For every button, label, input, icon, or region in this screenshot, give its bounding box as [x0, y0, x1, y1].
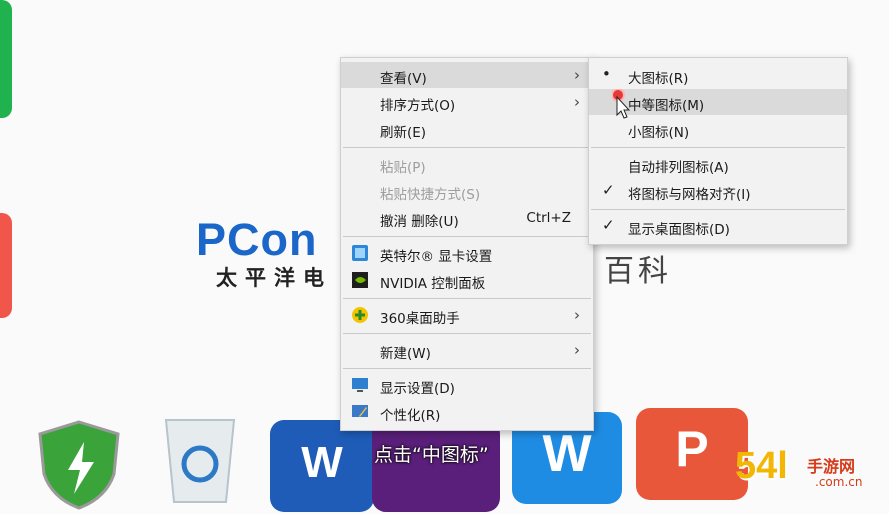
menu-item-intel-graphics[interactable]: 英特尔® 显卡设置 [341, 240, 593, 266]
menu-item-label: 粘贴快捷方式(S) [380, 187, 481, 203]
menu-item-label: 撤消 删除(U) [380, 214, 459, 230]
pdf-app-icon[interactable]: P [636, 408, 748, 500]
green-app-icon[interactable] [0, 0, 12, 118]
recycle-bin-icon[interactable] [156, 412, 244, 504]
security-shield-app-icon[interactable] [34, 418, 124, 510]
menu-item-paste[interactable]: 粘贴(P) [341, 151, 593, 177]
mouse-pointer-icon [612, 89, 631, 119]
chevron-right-icon: › [574, 341, 580, 359]
submenu-item-label: 中等图标(M) [628, 98, 705, 114]
display-settings-icon [352, 378, 368, 392]
menu-item-label: 360桌面助手 [380, 311, 460, 327]
watermark-domain: .com.cn [815, 475, 863, 489]
menu-item-label: 刷新(E) [380, 125, 427, 141]
menu-separator [343, 236, 591, 237]
menu-item-label: 个性化(R) [380, 408, 441, 424]
submenu-item-label: 将图标与网格对齐(I) [628, 187, 751, 203]
chevron-right-icon: › [574, 66, 580, 84]
wallpaper-logo-subtitle: 太平洋电 [216, 266, 332, 290]
checkmark-icon: ✓ [602, 181, 615, 199]
menu-item-sort-by[interactable]: 排序方式(O) › [341, 89, 593, 115]
menu-item-refresh[interactable]: 刷新(E) [341, 116, 593, 142]
menu-item-new[interactable]: 新建(W) › [341, 337, 593, 363]
submenu-item-large-icons[interactable]: • 大图标(R) [589, 62, 847, 88]
menu-separator [343, 298, 591, 299]
menu-separator [343, 147, 591, 148]
word-app-icon[interactable]: W [270, 420, 374, 512]
menu-item-undo-delete[interactable]: 撤消 删除(U) Ctrl+Z [341, 205, 593, 231]
submenu-item-small-icons[interactable]: 小图标(N) [589, 116, 847, 142]
intel-graphics-icon [352, 245, 368, 261]
bullet-icon: • [602, 65, 611, 83]
menu-item-label: 新建(W) [380, 346, 431, 362]
menu-item-label: 显示设置(D) [380, 381, 455, 397]
watermark-site-name: 手游网 [807, 457, 856, 476]
nvidia-icon [352, 272, 368, 288]
menu-separator [591, 209, 845, 210]
wallpaper-baike-text: 百科 [604, 254, 672, 289]
watermark-number: 54l [735, 445, 788, 487]
wallpaper-logo: PCon [196, 214, 318, 265]
desktop-context-menu: 查看(V) › 排序方式(O) › 刷新(E) 粘贴(P) 粘贴快捷方式(S) … [340, 57, 594, 431]
menu-item-360-desktop-helper[interactable]: 360桌面助手 › [341, 302, 593, 328]
menu-item-label: 粘贴(P) [380, 160, 426, 176]
menu-item-display-settings[interactable]: 显示设置(D) [341, 372, 593, 398]
menu-item-label: 排序方式(O) [380, 98, 456, 114]
submenu-item-align-to-grid[interactable]: ✓ 将图标与网格对齐(I) [589, 178, 847, 204]
submenu-item-label: 自动排列图标(A) [628, 160, 729, 176]
personalize-icon [352, 405, 368, 417]
menu-separator [343, 333, 591, 334]
menu-item-shortcut: Ctrl+Z [526, 210, 571, 226]
menu-separator [343, 368, 591, 369]
menu-item-label: 英特尔® 显卡设置 [380, 249, 493, 265]
submenu-item-label: 显示桌面图标(D) [628, 222, 730, 238]
menu-item-view[interactable]: 查看(V) › [341, 62, 593, 88]
view-submenu: • 大图标(R) 中等图标(M) 小图标(N) 自动排列图标(A) ✓ 将图标与… [588, 57, 848, 245]
menu-item-label: NVIDIA 控制面板 [380, 276, 486, 292]
submenu-item-label: 大图标(R) [628, 71, 689, 87]
red-app-icon[interactable] [0, 213, 12, 318]
desktop[interactable]: PCon 太平洋电 百科 W W P 查看(V) › 排序方式(O) › 刷新(… [0, 0, 889, 512]
menu-item-personalize[interactable]: 个性化(R) [341, 399, 593, 425]
submenu-item-show-desktop-icons[interactable]: ✓ 显示桌面图标(D) [589, 213, 847, 239]
menu-separator [591, 147, 845, 148]
menu-item-paste-shortcut[interactable]: 粘贴快捷方式(S) [341, 178, 593, 204]
submenu-item-label: 小图标(N) [628, 125, 690, 141]
360-desktop-icon [352, 307, 368, 323]
video-caption: 点击“中图标” [374, 444, 489, 466]
menu-item-label: 查看(V) [380, 71, 427, 87]
site-watermark: 54l 手游网 .com.cn [735, 445, 862, 489]
menu-item-nvidia-control-panel[interactable]: NVIDIA 控制面板 [341, 267, 593, 293]
chevron-right-icon: › [574, 93, 580, 111]
chevron-right-icon: › [574, 306, 580, 324]
submenu-item-auto-arrange[interactable]: 自动排列图标(A) [589, 151, 847, 177]
checkmark-icon: ✓ [602, 216, 615, 234]
